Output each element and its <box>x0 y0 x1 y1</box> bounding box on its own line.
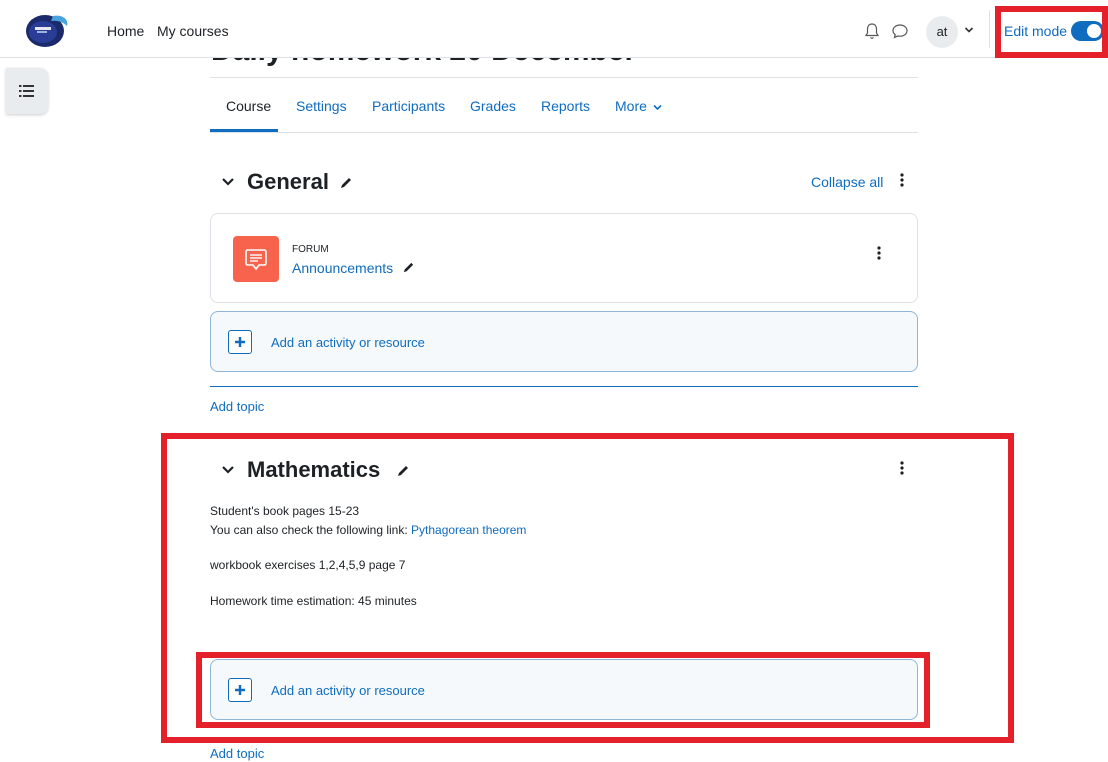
nav-my-courses-link[interactable]: My courses <box>157 23 229 39</box>
chat-icon[interactable] <box>891 22 909 40</box>
summary-text: You can also check the following link: <box>210 523 412 537</box>
navbar-divider <box>989 10 990 48</box>
kebab-menu-icon[interactable] <box>900 461 904 475</box>
nav-home-link[interactable]: Home <box>107 23 144 39</box>
activity-link-announcements[interactable]: Announcements <box>292 260 415 276</box>
kebab-menu-icon[interactable] <box>900 173 904 187</box>
tab-more-label: More <box>615 98 647 114</box>
tab-participants[interactable]: Participants <box>372 98 445 114</box>
add-activity-label: Add an activity or resource <box>271 335 425 350</box>
tab-more[interactable]: More <box>615 98 662 114</box>
bell-icon[interactable] <box>864 22 880 40</box>
edit-mode-label[interactable]: Edit mode <box>1004 23 1067 39</box>
section-summary-line: Homework time estimation: 45 minutes <box>210 594 417 608</box>
edit-mode-toggle[interactable] <box>1071 21 1104 41</box>
add-topic-link[interactable]: Add topic <box>210 399 264 414</box>
chevron-down-icon <box>653 104 662 111</box>
activity-type-label: FORUM <box>292 244 329 255</box>
tab-settings[interactable]: Settings <box>296 98 347 114</box>
add-activity-button-mathematics[interactable]: Add an activity or resource <box>210 659 918 720</box>
chevron-down-icon[interactable] <box>221 465 235 475</box>
tab-course[interactable]: Course <box>226 98 271 114</box>
user-avatar[interactable]: at <box>926 16 958 48</box>
pencil-icon[interactable] <box>339 176 353 190</box>
chevron-down-icon[interactable] <box>964 26 974 34</box>
section-title-general[interactable]: General <box>247 169 329 195</box>
tab-grades[interactable]: Grades <box>470 98 516 114</box>
top-navbar: Home My courses at Edit mode <box>0 0 1108 58</box>
tab-reports[interactable]: Reports <box>541 98 590 114</box>
secondary-nav-border-top <box>210 77 918 78</box>
chevron-down-icon[interactable] <box>221 177 235 187</box>
collapse-all-link[interactable]: Collapse all <box>811 174 883 190</box>
section-summary-line: You can also check the following link: P… <box>210 523 526 537</box>
section-summary-line: workbook exercises 1,2,4,5,9 page 7 <box>210 558 406 572</box>
activity-card-announcements: FORUM Announcements <box>210 213 918 303</box>
activity-name[interactable]: Announcements <box>292 260 393 276</box>
section-title-mathematics[interactable]: Mathematics <box>247 457 380 483</box>
section-summary-line: Student's book pages 15-23 <box>210 504 360 518</box>
plus-icon <box>228 678 252 702</box>
pythagorean-theorem-link[interactable]: Pythagorean theorem <box>411 523 526 537</box>
pencil-icon[interactable] <box>396 464 410 478</box>
secondary-nav-border-bottom <box>210 132 918 133</box>
course-index-drawer-button[interactable] <box>6 68 48 114</box>
add-topic-link[interactable]: Add topic <box>210 746 264 761</box>
toggle-knob <box>1087 24 1101 38</box>
site-logo-icon[interactable] <box>23 12 71 48</box>
add-activity-button-general[interactable]: Add an activity or resource <box>210 311 918 372</box>
pencil-icon[interactable] <box>402 261 415 274</box>
plus-icon <box>228 330 252 354</box>
kebab-menu-icon[interactable] <box>877 246 881 260</box>
section-divider <box>210 386 918 387</box>
add-activity-label: Add an activity or resource <box>271 683 425 698</box>
drawer-list-icon <box>19 85 34 97</box>
forum-icon <box>233 236 279 282</box>
